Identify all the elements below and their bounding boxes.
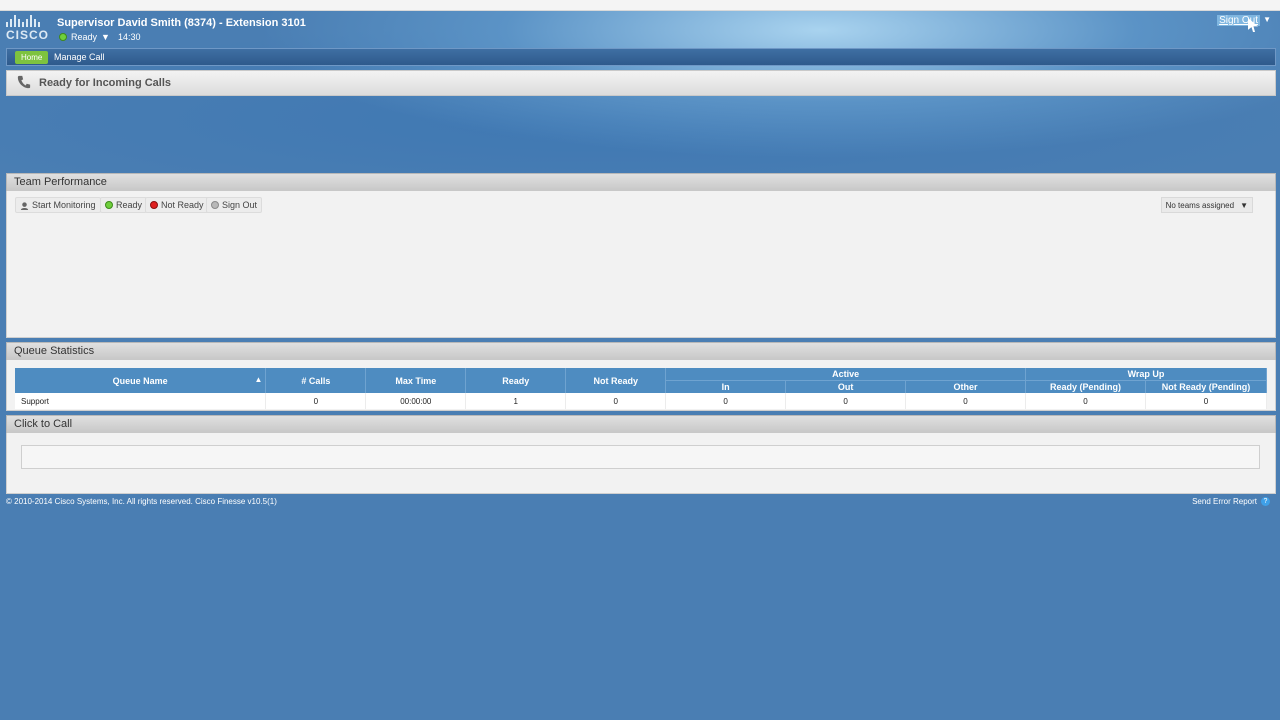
active-in-cell: 0 — [665, 393, 787, 409]
chevron-down-icon: ▼ — [101, 32, 110, 42]
ready-status-icon — [59, 33, 67, 41]
send-error-report-link[interactable]: Send Error Report ? — [1192, 497, 1270, 506]
team-performance-title: Team Performance — [14, 176, 107, 188]
not-ready-label: Not Ready — [161, 200, 204, 210]
cisco-logo-bars — [6, 15, 48, 27]
chevron-down-icon: ▼ — [1240, 200, 1248, 210]
column-header-not-ready-pending[interactable]: Not Ready (Pending) — [1145, 380, 1268, 393]
click-to-call-title: Click to Call — [14, 418, 73, 430]
queue-statistics-header: Queue Statistics — [6, 342, 1276, 361]
help-icon: ? — [1261, 497, 1270, 506]
agent-state-label: Ready — [71, 32, 98, 42]
cisco-logo: CISCO — [6, 15, 50, 42]
queue-statistics-table: Queue Name ▲ # Calls Max Time Ready Not … — [15, 368, 1268, 409]
queue-statistics-title: Queue Statistics — [14, 345, 95, 357]
column-header-calls[interactable]: # Calls — [265, 368, 367, 393]
queue-name-header-label: Queue Name — [112, 375, 168, 386]
team-performance-header: Team Performance — [6, 173, 1276, 192]
not-ready-button[interactable]: Not Ready — [145, 197, 209, 213]
queue-name-cell: Support — [15, 393, 267, 409]
max-time-cell: 00:00:00 — [365, 393, 467, 409]
click-to-call-input[interactable] — [21, 445, 1260, 469]
start-monitoring-label: Start Monitoring — [32, 200, 96, 210]
start-monitoring-button[interactable]: Start Monitoring — [15, 197, 101, 213]
headset-icon — [20, 201, 29, 210]
not-ready-cell: 0 — [565, 393, 667, 409]
not-ready-icon — [150, 201, 158, 209]
column-group-wrap-up: Wrap Up — [1025, 368, 1267, 381]
send-error-report-label: Send Error Report — [1192, 497, 1257, 506]
ready-cell: 1 — [465, 393, 567, 409]
team-performance-panel: Start Monitoring Ready Not Ready Sign Ou… — [6, 191, 1276, 338]
copyright-text: © 2010-2014 Cisco Systems, Inc. All righ… — [6, 497, 277, 506]
agent-name: Supervisor David Smith (8374) - Extensio… — [57, 17, 306, 29]
sort-asc-icon: ▲ — [254, 375, 263, 384]
ready-button[interactable]: Ready — [100, 197, 148, 213]
active-other-cell: 0 — [905, 393, 1026, 409]
teams-select-value: No teams assigned — [1165, 200, 1235, 210]
column-header-out[interactable]: Out — [785, 380, 907, 393]
browser-top-strip — [0, 0, 1280, 11]
click-to-call-header: Click to Call — [6, 415, 1276, 434]
chevron-down-icon[interactable]: ▼ — [1263, 15, 1271, 24]
column-header-ready-pending[interactable]: Ready (Pending) — [1025, 380, 1146, 393]
column-header-in[interactable]: In — [665, 380, 787, 393]
cisco-logo-text: CISCO — [6, 28, 50, 42]
ready-label: Ready — [116, 200, 143, 210]
column-header-ready[interactable]: Ready — [465, 368, 567, 393]
call-status-bar: Ready for Incoming Calls — [6, 70, 1276, 96]
column-header-queue-name[interactable]: Queue Name ▲ — [15, 368, 267, 393]
calls-cell: 0 — [265, 393, 367, 409]
column-header-max-time[interactable]: Max Time — [365, 368, 467, 393]
sign-out-button[interactable]: Sign Out — [206, 197, 263, 213]
agent-state-dropdown[interactable]: Ready ▼ 14:30 — [59, 32, 140, 42]
ready-icon — [105, 201, 113, 209]
state-timer: 14:30 — [117, 32, 141, 42]
ready-pending-cell: 0 — [1025, 393, 1146, 409]
phone-icon — [17, 75, 31, 89]
column-header-other[interactable]: Other — [905, 380, 1026, 393]
tab-home[interactable]: Home — [15, 51, 49, 64]
table-row[interactable]: Support 0 00:00:00 1 0 0 0 0 0 0 — [15, 393, 1268, 409]
tab-manage-call[interactable]: Manage Call — [54, 52, 105, 62]
column-header-not-ready[interactable]: Not Ready — [565, 368, 667, 393]
sign-out-label: Sign Out — [222, 200, 258, 210]
active-out-cell: 0 — [785, 393, 907, 409]
sign-out-icon — [211, 201, 219, 209]
teams-select[interactable]: No teams assigned ▼ — [1160, 197, 1253, 213]
call-status-text: Ready for Incoming Calls — [39, 77, 172, 89]
nav-bar: Home Manage Call — [6, 48, 1276, 66]
column-group-active: Active — [665, 368, 1026, 381]
click-to-call-panel — [6, 433, 1276, 494]
queue-statistics-panel: Queue Name ▲ # Calls Max Time Ready Not … — [6, 360, 1276, 411]
not-ready-pending-cell: 0 — [1145, 393, 1268, 409]
